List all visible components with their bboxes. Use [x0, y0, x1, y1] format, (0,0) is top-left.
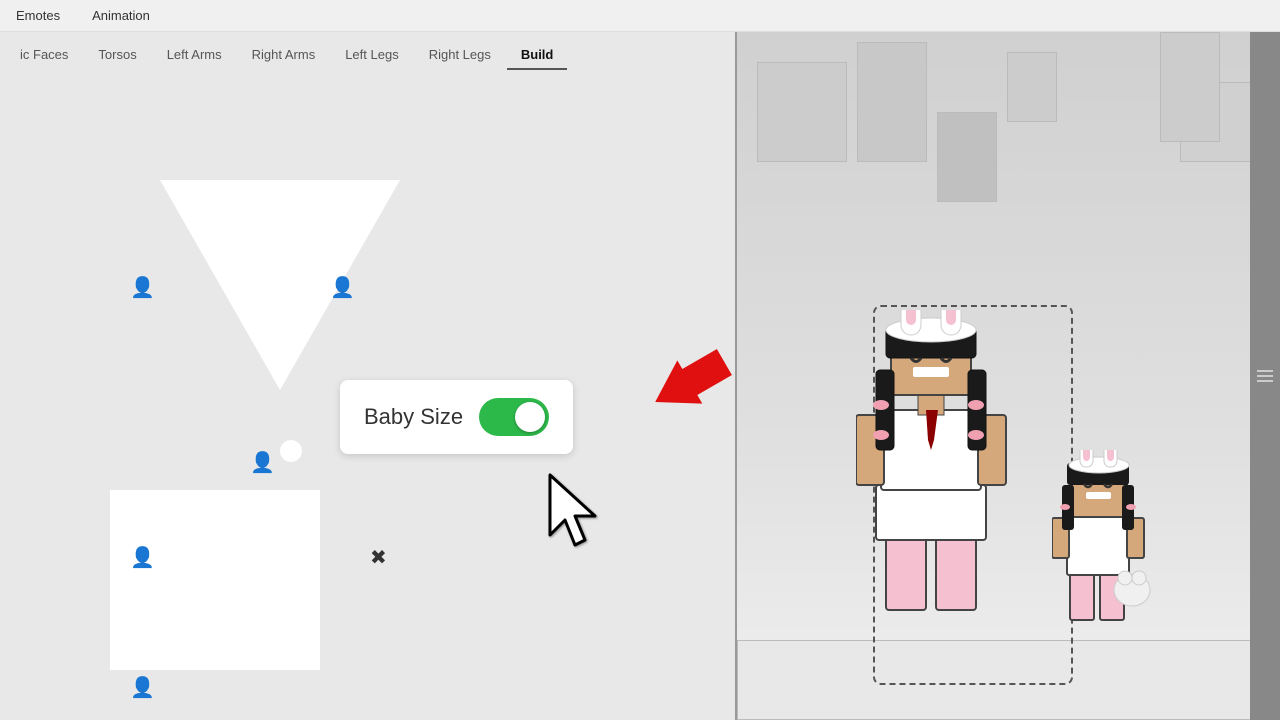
baby-size-toggle[interactable] — [479, 398, 549, 436]
tab-left-arms[interactable]: Left Arms — [153, 41, 236, 70]
thumbnail-lines — [1257, 370, 1273, 382]
small-character — [1052, 450, 1152, 630]
menu-item-animation[interactable]: Animation — [86, 4, 156, 27]
game-scene — [737, 32, 1280, 720]
waist-circle — [280, 440, 302, 462]
menu-item-emotes[interactable]: Emotes — [10, 4, 66, 27]
thumb-line-2 — [1257, 375, 1273, 377]
thumb-line-1 — [1257, 370, 1273, 372]
toggle-knob — [515, 402, 545, 432]
tab-left-legs[interactable]: Left Legs — [331, 41, 413, 70]
thumbnail-scrollbar[interactable] — [1250, 32, 1280, 720]
tab-build[interactable]: Build — [507, 41, 568, 70]
torso-triangle — [160, 180, 400, 390]
main-layout: ic Faces Torsos Left Arms Right Arms Lef… — [0, 32, 1280, 720]
tab-torsos[interactable]: Torsos — [84, 41, 150, 70]
handle-top-right[interactable]: 👤 — [330, 275, 355, 300]
left-panel: ic Faces Torsos Left Arms Right Arms Lef… — [0, 32, 737, 720]
bg-block-1 — [757, 62, 847, 162]
bg-block-2 — [857, 42, 927, 162]
handle-mid[interactable]: 👤 — [250, 450, 275, 475]
tab-right-legs[interactable]: Right Legs — [415, 41, 505, 70]
bg-block-5 — [937, 112, 997, 202]
top-menu-bar: Emotes Animation — [0, 0, 1280, 32]
thumb-line-3 — [1257, 380, 1273, 382]
handle-mid-right[interactable]: ✖ — [370, 545, 387, 570]
baby-size-toggle-card: Baby Size — [340, 380, 573, 454]
handle-top-left[interactable]: 👤 — [130, 275, 155, 300]
right-panel — [737, 32, 1280, 720]
canvas-area: 👤 👤 👤 👤 ✖ 👤 👤 Baby Size — [0, 70, 737, 720]
bg-block-6 — [1007, 52, 1057, 122]
baby-size-label: Baby Size — [364, 404, 463, 430]
tab-bar: ic Faces Torsos Left Arms Right Arms Lef… — [0, 32, 737, 70]
tab-classic-faces[interactable]: ic Faces — [6, 41, 82, 70]
handle-bot-left[interactable]: 👤 — [130, 675, 155, 700]
bg-block-4 — [1160, 32, 1220, 142]
red-arrow — [620, 365, 740, 450]
cursor-pointer — [545, 470, 605, 555]
lower-body-rect — [110, 490, 320, 670]
handle-mid-left[interactable]: 👤 — [130, 545, 155, 570]
big-character — [856, 310, 1036, 630]
tab-right-arms[interactable]: Right Arms — [238, 41, 330, 70]
